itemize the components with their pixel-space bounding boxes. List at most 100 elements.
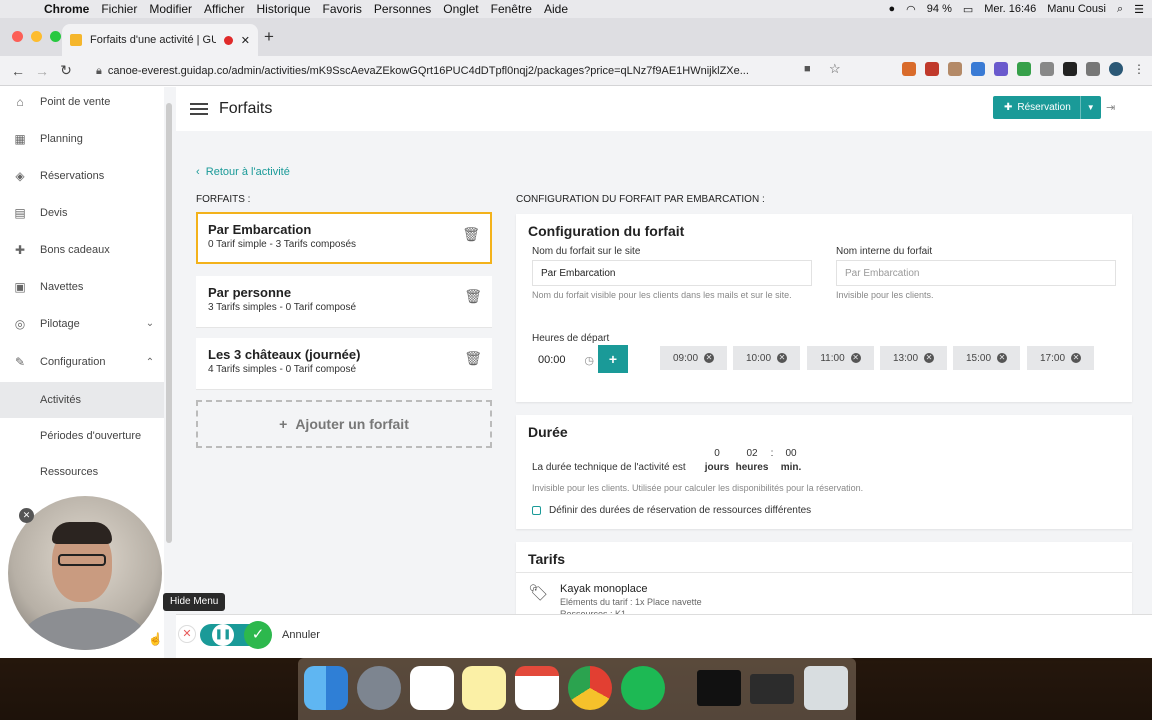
menu-favoris[interactable]: Favoris [323,2,362,16]
extension-icon[interactable] [948,62,962,76]
resource-duration-checkbox-row[interactable]: Définir des durées de réservation de res… [532,505,811,516]
zoom-window-icon[interactable] [50,31,61,42]
notes-icon[interactable] [462,666,506,710]
sidebar-item-bons-cadeaux[interactable]: ✚ Bons cadeaux [0,231,164,268]
minimized-window-thumbnail[interactable] [697,670,741,706]
add-package-button[interactable]: + Ajouter un forfait [196,400,492,448]
menu-aide[interactable]: Aide [544,2,568,16]
menu-personnes[interactable]: Personnes [374,2,431,16]
site-name-input[interactable]: Par Embarcation [532,260,812,286]
forward-icon[interactable]: → [30,63,54,79]
package-card[interactable]: Par Embarcation 0 Tarif simple - 3 Tarif… [196,212,492,264]
sidebar-scrollbar[interactable] [166,103,172,543]
new-tab-icon[interactable]: + [264,27,274,47]
sidebar-subitem-ressources[interactable]: Ressources [0,454,164,490]
start-time-input[interactable]: 00:00 ◷ [532,347,600,373]
trash-icon[interactable]: 🗑︎ [464,288,482,305]
menu-afficher[interactable]: Afficher [204,2,244,16]
add-start-time-button[interactable]: + [598,345,628,373]
clock[interactable]: Mer. 16:46 [984,3,1036,15]
sidebar-item-navettes[interactable]: ▣ Navettes [0,268,164,305]
config-panel-title: Configuration du forfait [528,223,685,239]
checkbox[interactable] [532,506,541,515]
spotlify-icon[interactable] [621,666,665,710]
package-card[interactable]: Par personne 3 Tarifs simples - 0 Tarif … [196,276,492,328]
duration-minutes[interactable]: 00 min. [778,448,804,473]
sidebar-subitem-periodes[interactable]: Périodes d'ouverture [0,418,164,454]
remove-time-icon[interactable]: ✕ [777,353,788,363]
sidebar-item-configuration[interactable]: ✎ Configuration ⌃ [0,342,164,382]
close-tab-icon[interactable]: ✕ [241,34,250,47]
remove-time-icon[interactable]: ✕ [850,353,861,363]
wifi-icon[interactable]: ◠ [906,3,916,16]
bookmark-star-icon[interactable]: ☆ [829,61,841,77]
sidebar-item-devis[interactable]: ▤ Devis [0,194,164,231]
minimized-window-thumbnail[interactable] [750,674,794,704]
close-webcam-icon[interactable]: ✕ [19,508,34,523]
profile-avatar-icon[interactable] [1109,62,1123,76]
chrome-menu-icon[interactable]: ⋮ [1132,62,1146,76]
internal-name-input[interactable]: Par Embarcation [836,260,1116,286]
sidebar-item-pilotage[interactable]: ◎ Pilotage ⌄ [0,305,164,342]
hamburger-menu-icon[interactable] [190,100,208,118]
user-name[interactable]: Manu Cousi [1047,3,1106,15]
finder-icon[interactable] [304,666,348,710]
menu-onglet[interactable]: Onglet [443,2,478,16]
extension-icon[interactable] [925,62,939,76]
sidebar-item-planning[interactable]: ▦ Planning [0,120,164,157]
microphone-icon[interactable]: ● [889,3,896,15]
battery-icon[interactable]: ▭ [963,3,973,16]
menu-historique[interactable]: Historique [257,2,311,16]
back-icon[interactable]: ← [6,63,30,79]
launchpad-icon[interactable] [357,666,401,710]
extension-icon[interactable] [994,62,1008,76]
menu-fichier[interactable]: Fichier [101,2,137,16]
remove-time-icon[interactable]: ✕ [997,353,1008,363]
chrome-app-icon[interactable] [568,666,612,710]
extension-icon[interactable] [1063,62,1077,76]
duration-hours[interactable]: 02 heures [734,448,770,473]
site-name-label: Nom du forfait sur le site [532,246,641,257]
sidebar-subitem-activites[interactable]: Activités [0,382,164,418]
menu-fenetre[interactable]: Fenêtre [491,2,532,16]
duration-days[interactable]: 0 jours [702,448,732,473]
remove-time-icon[interactable]: ✕ [704,353,715,363]
menu-app-name[interactable]: Chrome [44,2,89,16]
close-window-icon[interactable] [12,31,23,42]
reservation-button[interactable]: ✚ Réservation ▼ [993,96,1101,119]
logout-icon[interactable]: ⇥ [1106,101,1115,114]
trash-icon[interactable]: 🗑︎ [464,350,482,367]
extension-icon[interactable] [971,62,985,76]
pause-icon[interactable]: ❚❚ [212,624,234,646]
start-time-label: 17:00 [1039,352,1066,364]
extension-icon[interactable] [1040,62,1054,76]
extension-icon[interactable] [1017,62,1031,76]
slack-icon[interactable] [410,666,454,710]
reload-icon[interactable]: ↻ [54,62,78,79]
sidebar-item-point-de-vente[interactable]: ⌂ Point de vente [0,87,164,120]
package-card[interactable]: Les 3 châteaux (journée) 4 Tarifs simple… [196,338,492,390]
calendar-app-icon[interactable] [515,666,559,710]
extension-icon[interactable] [902,62,916,76]
hide-menu-tooltip: Hide Menu [163,593,226,611]
cast-icon[interactable] [1086,62,1100,76]
caret-down-icon[interactable]: ▼ [1081,103,1101,112]
camera-icon[interactable]: ■ [804,63,811,75]
trash-icon[interactable]: 🗑︎ [462,226,480,243]
minimize-window-icon[interactable] [31,31,42,42]
url-field[interactable]: 🔒︎ canoe-everest.guidap.co/admin/activit… [96,60,852,82]
remove-time-icon[interactable]: ✕ [924,353,935,363]
recorder-cancel-button[interactable]: Annuler [282,629,320,641]
battery-percent[interactable]: 94 % [927,3,952,15]
recorder-discard-icon[interactable]: ✕ [178,625,196,643]
browser-tab[interactable]: Forfaits d'une activité | GU ✕ [62,24,258,56]
back-to-activity-link[interactable]: ‹ Retour à l'activité [196,166,290,178]
spotlight-icon[interactable]: ⌕ [1117,3,1123,16]
page-title: Forfaits [219,100,273,117]
sidebar-item-reservations[interactable]: ◈ Réservations [0,157,164,194]
remove-time-icon[interactable]: ✕ [1071,353,1082,363]
notification-center-icon[interactable]: ☰ [1134,3,1144,16]
confirm-check-icon[interactable]: ✓ [244,621,272,649]
trash-bin-icon[interactable] [804,666,848,710]
menu-modifier[interactable]: Modifier [149,2,192,16]
